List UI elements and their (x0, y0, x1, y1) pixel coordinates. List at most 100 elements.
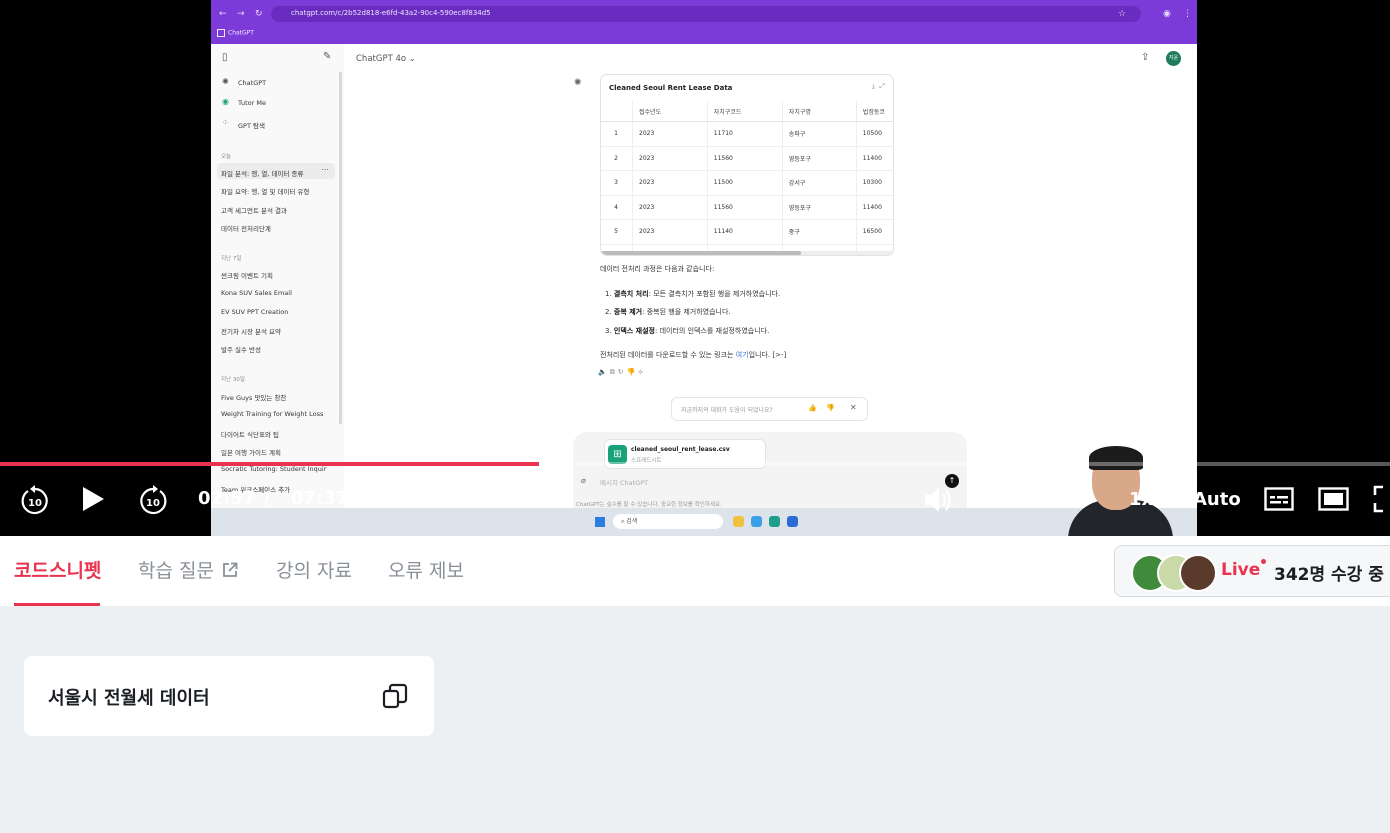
back-icon: ← (219, 9, 227, 19)
snippet-title: 서울시 전월세 데이터 (48, 688, 210, 709)
chat-history-item: Socratic Tutoring: Student Inquiry (221, 465, 327, 473)
more-options-icon: ⋯ (321, 165, 329, 174)
table-row: 1 2023 11710 송파구 10500 (601, 121, 893, 147)
dataframe-title: Cleaned Seoul Rent Lease Data (609, 84, 733, 92)
subtitles-icon[interactable] (1264, 487, 1294, 511)
step-item: 2. 중복 제거: 중복된 행을 제거하였습니다. (605, 308, 731, 316)
chat-history-item: Kona SUV Sales Email (221, 289, 292, 297)
copy-icon[interactable] (382, 683, 408, 709)
file-name: cleaned_seoul_rent_lease.csv (631, 446, 730, 453)
table-header: 자치구코드 (706, 101, 783, 122)
progress-bar[interactable] (0, 462, 1390, 466)
viewer-avatar (1179, 554, 1217, 592)
chat-history-item: 썬크림 이벤트 기획 (221, 272, 273, 280)
dataframe-table: 접수년도 자치구코드 자치구명 법정동코 1 2023 11710 송파구 10500 … (601, 101, 893, 255)
chat-history-item: Five Guys 맛있는 창찬 (221, 394, 287, 402)
edge-icon (769, 516, 780, 527)
play-icon[interactable] (80, 486, 106, 512)
sidebar-toggle-icon: ▯ (222, 52, 228, 63)
sidebar-scrollbar (339, 72, 342, 424)
step-item: 1. 결측치 처리: 모든 결측치가 포함된 행을 제거하였습니다. (605, 290, 781, 298)
chat-history-item: 파일 요약: 행, 열 및 데이터 유형 (221, 188, 310, 196)
sidebar-section-today: 오늘 (221, 154, 232, 160)
playback-speed-button[interactable]: 1x (1129, 489, 1153, 510)
tutor-me-icon: ◉ (222, 97, 229, 106)
tab-code-snippet[interactable]: 코드스니펫 (14, 556, 101, 583)
composer-placeholder: 메시지 ChatGPT (600, 479, 649, 487)
chat-history-item: 전기차 시장 분석 요약 (221, 328, 282, 336)
chat-history-item: Weight Training for Weight Loss (221, 410, 324, 418)
chat-history-item: 일본 여행 가이드 계획 (221, 449, 282, 457)
message-action-icons: 🔈⧉↻👎⟡ (598, 368, 646, 376)
new-chat-icon: ✎ (323, 51, 332, 62)
assistant-intro-text: 데이터 전처리 과정은 다음과 같습니다: (600, 265, 715, 273)
address-bar-url: chatgpt.com/c/2b52d818-e6fd-43a2-90c4-59… (291, 9, 491, 17)
volume-icon[interactable] (922, 484, 954, 516)
chat-history-item: EV SUV PPT Creation (221, 308, 289, 316)
thumbs-down-icon: 👎 (826, 404, 835, 412)
file-explorer-icon (733, 516, 744, 527)
explore-gpt-icon: ⁘ (222, 118, 229, 127)
sidebar-section-month: 지난 30일 (221, 377, 245, 383)
browser-toolbar: ← → ↻ chatgpt.com/c/2b52d818-e6fd-43a2-9… (211, 0, 1197, 44)
live-viewer-count: 342명 수강 중 (1274, 565, 1384, 585)
forward-10-icon[interactable]: 10 (137, 482, 169, 516)
svg-text:10: 10 (146, 498, 160, 509)
feedback-prompt: 지금까지의 대화가 도움이 되었나요? 👍 👎 ✕ (671, 397, 868, 421)
windows-start-icon (595, 517, 605, 527)
lecture-tabbar: 코드스니펫 학습 질문 강의 자료 오류 제보 Live 342명 수강 중 (0, 536, 1390, 606)
table-row: 3 2023 11500 강서구 10300 (601, 170, 893, 196)
time-separator: / (264, 488, 271, 509)
live-label: Live (1221, 560, 1261, 580)
download-text: 전처리된 데이터를 다운로드할 수 있는 링크는 여기입니다. [>-] (600, 351, 787, 359)
code-snippet-card[interactable]: 서울시 전월세 데이터 (24, 656, 434, 736)
table-scrollbar (601, 251, 893, 255)
tab-error-report[interactable]: 오류 제보 (388, 556, 464, 583)
chat-history-item: 발주 실수 반성 (221, 346, 262, 354)
tab-lecture-materials[interactable]: 강의 자료 (276, 556, 352, 583)
table-row: 4 2023 11560 영등포구 11400 (601, 195, 893, 220)
live-dot (1261, 559, 1266, 564)
model-selector: ChatGPT 4o ⌄ (356, 54, 416, 64)
step-item: 3. 인덱스 재설정: 데이터의 인덱스를 재설정하였습니다. (605, 327, 770, 335)
bookmark-chatgpt: ChatGPT (217, 29, 254, 37)
video-player[interactable]: ← → ↻ chatgpt.com/c/2b52d818-e6fd-43a2-9… (0, 0, 1390, 536)
table-row: 5 2023 11140 중구 16500 (601, 219, 893, 245)
download-expand-icons: ⤓ ⤢ (871, 82, 885, 90)
sidebar-section-week: 지난 7일 (221, 256, 242, 262)
time-total: 07:37 (291, 488, 349, 509)
rewind-10-icon[interactable]: 10 (19, 482, 51, 516)
chrome-icon (751, 516, 762, 527)
table-header (601, 101, 633, 122)
thumbs-up-icon: 👍 (808, 404, 817, 412)
chat-history-item: 데이터 전처리단계 (221, 225, 271, 233)
chat-history-item: 고객 세그먼트 분석 결과 (221, 207, 287, 215)
forward-nav-icon: → (237, 9, 245, 19)
table-header: 접수년도 (632, 101, 708, 122)
theater-mode-icon[interactable] (1318, 487, 1349, 511)
chatgpt-logo-icon: ✺ (222, 77, 229, 86)
svg-text:10: 10 (28, 498, 42, 509)
progress-fill (0, 462, 540, 466)
fullscreen-icon[interactable] (1373, 485, 1390, 513)
active-tab-indicator (14, 603, 100, 606)
presenter-webcam (1050, 442, 1175, 536)
tab-study-question[interactable]: 학습 질문 (138, 556, 238, 583)
attach-icon: ⌀ (581, 476, 586, 485)
volume-slider[interactable] (977, 497, 1089, 501)
live-viewers-badge[interactable]: Live 342명 수강 중 (1114, 545, 1390, 597)
table-row: 2 2023 11560 영등포구 11400 (601, 146, 893, 171)
user-avatar: 지윤 (1166, 51, 1181, 66)
taskbar-search: ⌕ 검색 (613, 514, 723, 529)
assistant-logo-icon: ✺ (574, 78, 582, 88)
disclaimer-text: ChatGPT는 실수를 할 수 있습니다. 중요한 정보를 확인하세요. (576, 502, 722, 508)
chat-history-item: 다이어트 식단표와 팁 (221, 431, 279, 439)
external-link-icon (223, 562, 238, 577)
feedback-text: 지금까지의 대화가 도움이 되었나요? (681, 407, 773, 414)
time-current: 02:57 (198, 488, 256, 509)
bookmark-star-icon: ☆ (1118, 9, 1127, 19)
quality-button[interactable]: Auto (1193, 489, 1241, 510)
table-header: 자치구명 (781, 101, 857, 122)
table-header: 법정동코 (855, 101, 893, 122)
browser-menu-icon: ⋮ (1183, 9, 1192, 19)
